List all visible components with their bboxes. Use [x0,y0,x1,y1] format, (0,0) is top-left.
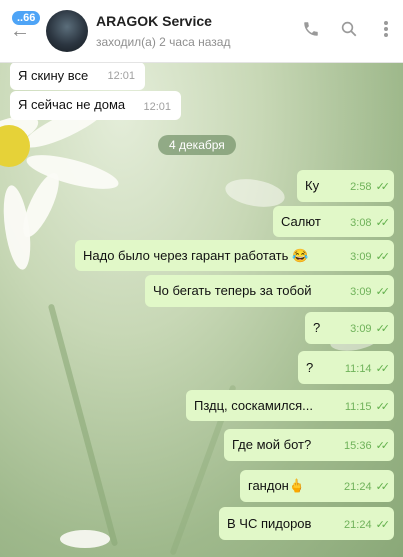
message-time: 11:14 [344,363,372,375]
message-time: 3:09 [350,251,372,263]
read-checkmarks-icon: ✓✓ [375,363,391,375]
outgoing-message[interactable]: Ку 2:58 ✓✓ [297,170,394,202]
outgoing-message[interactable]: Салют 3:08 ✓✓ [273,206,394,237]
message-text: Я сейчас не дома [18,97,126,112]
read-checkmarks-icon: ✓✓ [375,323,391,335]
outgoing-message[interactable]: ? 3:09 ✓✓ [305,312,394,344]
message-text: Чо бегать теперь за тобой [153,283,312,298]
message-time: 3:09 [350,323,372,335]
incoming-message[interactable]: Я скину все 12:01 [10,62,145,90]
message-text: Я скину все [18,68,89,83]
read-checkmarks-icon: ✓✓ [375,286,391,298]
outgoing-message[interactable]: ? 11:14 ✓✓ [298,351,394,384]
message-text: Пздц, соскамился... [194,398,314,413]
message-time: 3:09 [350,286,372,298]
message-time: 12:01 [143,101,171,113]
chat-screen: ← ..66 ARAGOK Service заходил(а) 2 часа … [0,0,403,557]
message-time: 12:01 [107,70,135,82]
phone-icon[interactable] [302,20,320,43]
contact-status: заходил(а) 2 часа назад [96,35,231,49]
read-checkmarks-icon: ✓✓ [375,481,391,493]
outgoing-message[interactable]: Где мой бот? 15:36 ✓✓ [224,429,394,461]
read-checkmarks-icon: ✓✓ [375,440,391,452]
outgoing-message[interactable]: В ЧС пидоров 21:24 ✓✓ [219,507,394,540]
outgoing-message[interactable]: Чо бегать теперь за тобой 3:09 ✓✓ [145,275,394,307]
message-text: Ку [305,178,320,193]
message-time: 15:36 [344,440,372,452]
message-text: ? [313,320,321,335]
read-checkmarks-icon: ✓✓ [375,217,391,229]
outgoing-message[interactable]: Надо было через гарант работать 😂 3:09 ✓✓ [75,240,394,271]
message-text: В ЧС пидоров [227,516,312,531]
search-icon[interactable] [340,20,358,43]
message-text: Где мой бот? [232,437,312,452]
message-time: 2:58 [350,181,372,193]
message-text: Надо было через гарант работать 😂 [83,248,309,263]
read-checkmarks-icon: ✓✓ [375,401,391,413]
read-checkmarks-icon: ✓✓ [375,519,391,531]
date-divider: 4 декабря [158,135,236,155]
read-checkmarks-icon: ✓✓ [375,181,391,193]
unread-count-badge: ..66 [12,11,41,25]
message-text: Салют [281,214,321,229]
read-checkmarks-icon: ✓✓ [375,251,391,263]
message-time: 11:15 [344,401,372,413]
message-time: 21:24 [344,519,372,531]
more-menu-icon[interactable] [382,20,390,43]
message-text: гандон🖕 [248,478,306,493]
contact-avatar[interactable] [46,10,88,52]
message-time: 3:08 [350,217,372,229]
chat-header: ← ..66 ARAGOK Service заходил(а) 2 часа … [0,0,403,63]
message-time: 21:24 [344,481,372,493]
outgoing-message[interactable]: Пздц, соскамился... 11:15 ✓✓ [186,390,394,421]
message-text: ? [306,360,314,375]
outgoing-message[interactable]: гандон🖕 21:24 ✓✓ [240,470,394,502]
contact-name[interactable]: ARAGOK Service [96,13,212,29]
incoming-message[interactable]: Я сейчас не дома 12:01 [10,91,181,120]
